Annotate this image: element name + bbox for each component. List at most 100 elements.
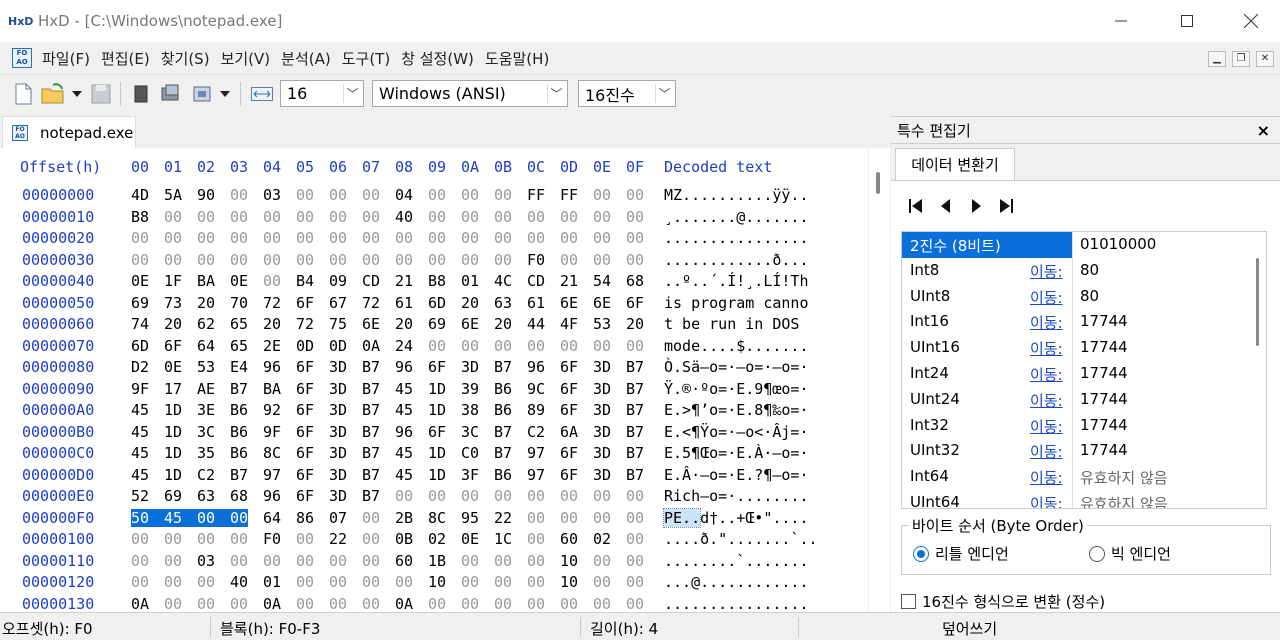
inspector-value[interactable]: 17744 <box>1080 338 1128 356</box>
hex-byte[interactable]: 0E <box>131 272 149 290</box>
hex-byte[interactable]: 4D <box>131 186 149 204</box>
hex-byte[interactable]: 00 <box>362 208 380 226</box>
prev-button[interactable] <box>935 195 957 217</box>
hex-byte[interactable]: 3D <box>593 358 611 376</box>
hex-byte[interactable]: B7 <box>362 487 380 505</box>
hex-format-checkbox[interactable]: 16진수 형식으로 변환 (정수) <box>901 591 1105 612</box>
hex-byte[interactable]: 24 <box>395 337 413 355</box>
hex-row[interactable]: 00000100 00 00 00 00 F0 00 22 00 0B 02 0E 1C 00 60 02 00… <box>0 530 868 551</box>
hex-byte[interactable]: 20 <box>263 315 281 333</box>
hex-row[interactable]: 000000F0 50 45 00 00 64 86 07 00 2B 8C 95 22 00 00 00 00… <box>0 507 868 530</box>
hex-byte[interactable]: 73 <box>164 294 182 312</box>
hex-byte[interactable]: 6F <box>296 444 314 462</box>
open-dropdown-button[interactable] <box>70 83 84 105</box>
hex-row[interactable]: 00000010 B8 00 00 00 00 00 00 00 40 00 00 00 00 00 00 00… <box>0 208 868 229</box>
hex-byte[interactable]: B7 <box>362 401 380 419</box>
hex-byte[interactable]: 00 <box>428 251 446 269</box>
open-file-button[interactable] <box>40 83 68 105</box>
hex-byte[interactable]: 00 <box>263 552 281 570</box>
decoded-text[interactable]: Ÿ.®·ºo=·E.9¶œo=· <box>664 380 809 398</box>
hex-byte[interactable]: 3C <box>461 423 479 441</box>
hex-byte[interactable]: 90 <box>197 186 215 204</box>
hex-byte[interactable]: 1D <box>428 444 446 462</box>
hex-byte[interactable]: 44 <box>527 315 545 333</box>
tab-data-inspector[interactable]: 데이터 변환기 <box>895 148 1015 180</box>
hex-byte[interactable]: 0E <box>230 272 248 290</box>
hex-byte[interactable]: 8C <box>428 509 446 527</box>
hex-byte[interactable]: 74 <box>131 315 149 333</box>
hex-byte[interactable]: B7 <box>494 423 512 441</box>
hex-byte[interactable]: 0D <box>329 337 347 355</box>
hex-byte[interactable]: B7 <box>494 444 512 462</box>
hex-byte[interactable]: 02 <box>428 530 446 548</box>
hex-byte[interactable]: 95 <box>461 509 479 527</box>
hex-byte[interactable]: 00 <box>626 229 644 247</box>
maximize-button[interactable] <box>1164 0 1210 42</box>
hex-byte[interactable]: 72 <box>296 315 314 333</box>
hex-byte[interactable]: 50 <box>131 508 165 527</box>
hex-byte[interactable]: 6F <box>626 294 644 312</box>
hex-byte[interactable]: 00 <box>461 337 479 355</box>
inspector-row[interactable]: UInt24 이동: 17744 <box>902 386 1240 413</box>
hex-byte[interactable]: 54 <box>593 272 611 290</box>
hex-byte[interactable]: 52 <box>131 487 149 505</box>
hex-byte[interactable]: 00 <box>197 573 215 591</box>
hex-byte[interactable]: 69 <box>131 294 149 312</box>
hex-editor[interactable]: Offset(h) 00 01 02 03 04 05 06 07 08 09 0A 0B 0C 0D 0E 0… <box>0 148 868 612</box>
hex-byte[interactable]: 00 <box>593 251 611 269</box>
hex-byte[interactable]: 64 <box>263 509 281 527</box>
hex-byte[interactable]: 00 <box>626 509 644 527</box>
hex-byte[interactable]: 1B <box>428 552 446 570</box>
hex-byte[interactable]: 39 <box>461 380 479 398</box>
hex-byte[interactable]: 6E <box>560 294 578 312</box>
hex-byte[interactable]: 20 <box>626 315 644 333</box>
hex-byte[interactable]: 6F <box>164 337 182 355</box>
hex-byte[interactable]: 00 <box>131 552 149 570</box>
hex-row[interactable]: 00000090 9F 17 AE B7 BA 6F 3D B7 45 1D 39 B6 9C 6F 3D B7… <box>0 380 868 401</box>
new-file-button[interactable] <box>12 83 34 105</box>
inspector-value[interactable]: 01010000 <box>1080 235 1156 253</box>
hex-row[interactable]: 00000070 6D 6F 64 65 2E 0D 0D 0A 24 00 00 00 00 00 00 00… <box>0 337 868 358</box>
hex-byte[interactable]: 00 <box>395 573 413 591</box>
hex-byte[interactable]: 00 <box>560 487 578 505</box>
hex-byte[interactable]: 45 <box>395 444 413 462</box>
hex-byte[interactable]: B7 <box>494 358 512 376</box>
hex-byte[interactable]: 00 <box>164 573 182 591</box>
hex-byte[interactable]: 00 <box>296 186 314 204</box>
hex-byte[interactable]: 3D <box>329 358 347 376</box>
hex-byte[interactable]: 0A <box>395 595 413 613</box>
hex-byte[interactable]: 96 <box>263 487 281 505</box>
mdi-restore-button[interactable]: ❐ <box>1232 51 1250 67</box>
decoded-text[interactable]: ............ð... <box>664 251 809 269</box>
inspector-value[interactable]: 유효하지 않음 <box>1080 467 1168 488</box>
hex-byte[interactable]: 00 <box>494 229 512 247</box>
save-button[interactable] <box>90 83 112 105</box>
hex-byte[interactable]: 00 <box>164 530 182 548</box>
hex-byte[interactable]: 6F <box>296 401 314 419</box>
goto-link[interactable]: 이동: <box>1030 364 1063 385</box>
open-process-button[interactable] <box>190 83 216 105</box>
inspector-row[interactable]: Int32 이동: 17744 <box>902 412 1240 439</box>
hex-byte[interactable]: 00 <box>230 552 248 570</box>
decoded-text[interactable]: E.Â·—o=·E.?¶—o=· <box>664 466 809 484</box>
hex-byte[interactable]: 00 <box>164 251 182 269</box>
hex-byte[interactable]: 3D <box>593 380 611 398</box>
hex-byte[interactable]: 3D <box>329 444 347 462</box>
last-button[interactable] <box>995 195 1017 217</box>
hex-byte[interactable]: 1D <box>164 423 182 441</box>
hex-byte[interactable]: 00 <box>494 251 512 269</box>
minimize-button[interactable] <box>1098 0 1144 42</box>
hex-byte[interactable]: 00 <box>560 229 578 247</box>
hex-byte[interactable]: 00 <box>329 595 347 613</box>
hex-byte[interactable]: 97 <box>527 444 545 462</box>
hex-byte[interactable]: B6 <box>230 423 248 441</box>
hex-byte[interactable]: B6 <box>230 444 248 462</box>
hex-byte[interactable]: 97 <box>263 466 281 484</box>
hex-byte[interactable]: 03 <box>263 186 281 204</box>
hex-byte[interactable]: 45 <box>131 444 149 462</box>
hex-byte[interactable]: 8C <box>263 444 281 462</box>
hex-byte[interactable]: FF <box>560 186 578 204</box>
decoded-text[interactable]: t be run in DOS <box>664 315 809 333</box>
hex-byte[interactable]: 20 <box>197 294 215 312</box>
decoded-text[interactable]: MZ..........ÿÿ.. <box>664 186 809 204</box>
